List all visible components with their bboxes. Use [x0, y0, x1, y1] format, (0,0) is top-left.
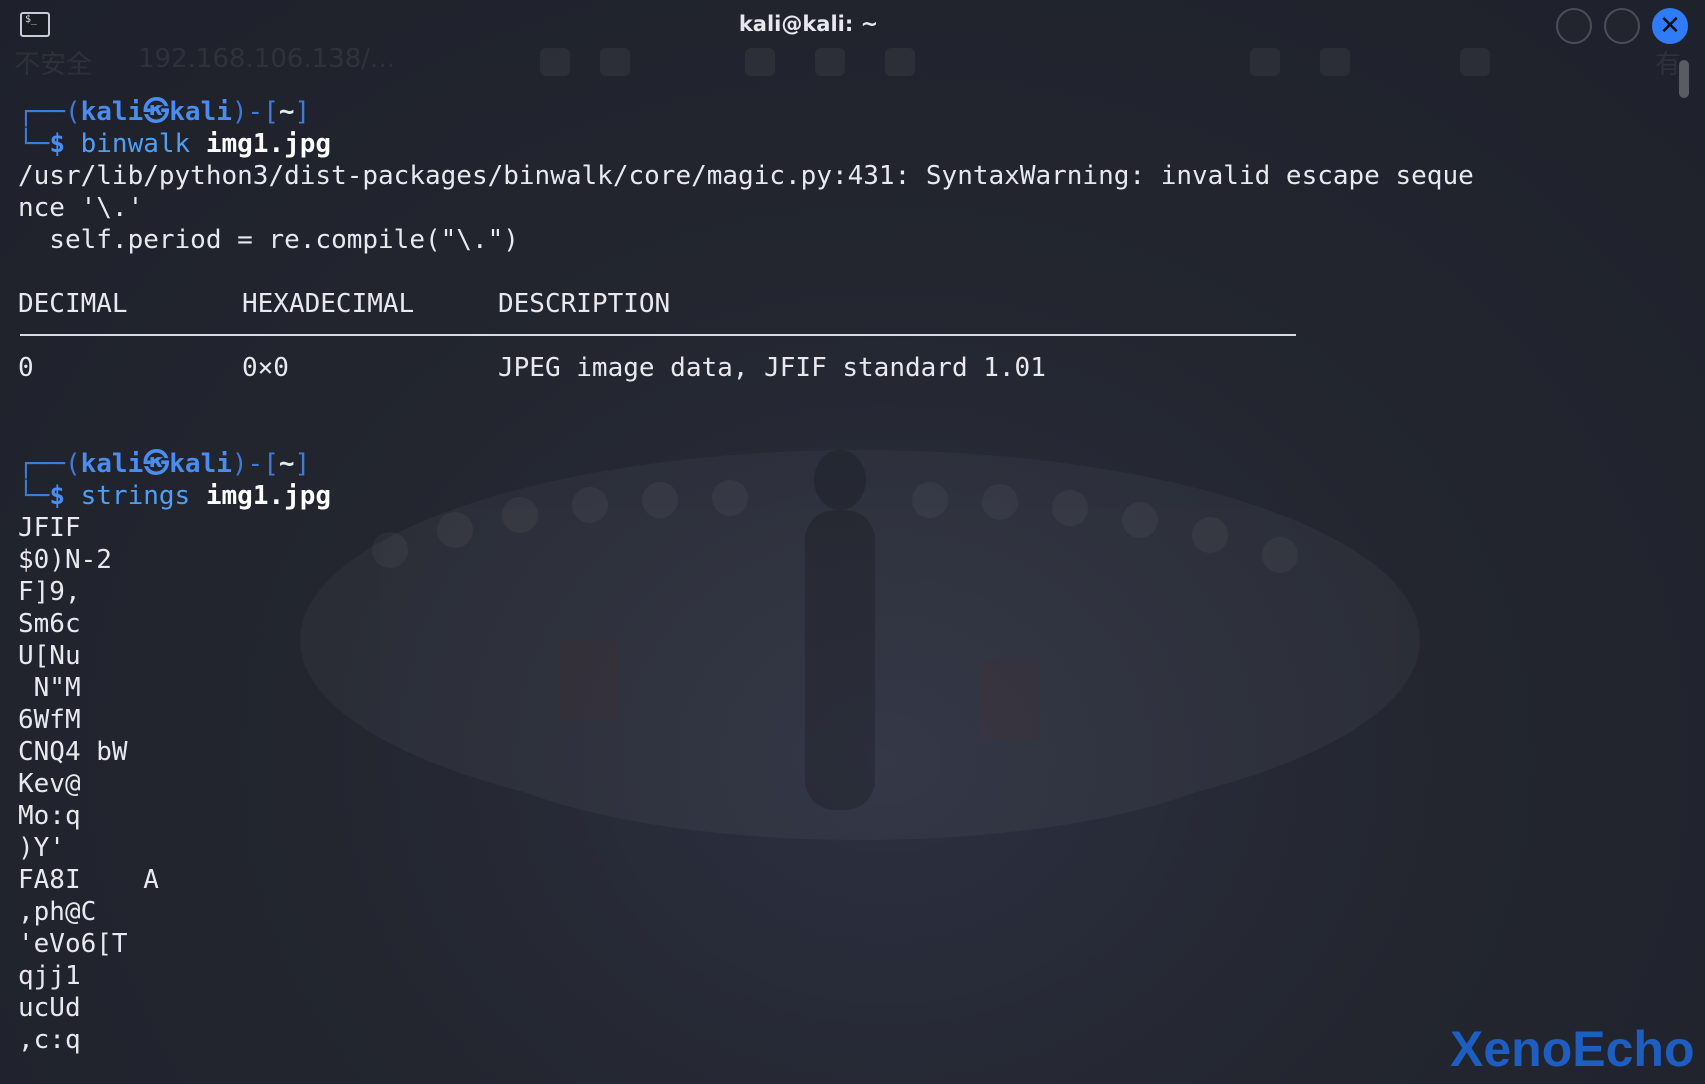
prompt-line-1: ┌──(kali㉿kali)-[~] — [18, 97, 311, 127]
command: strings — [80, 481, 191, 511]
close-button[interactable]: ✕ — [1652, 8, 1688, 44]
ghost-extension-icon — [600, 48, 630, 76]
prompt-user: kali — [80, 97, 144, 127]
output-line: ,c:q — [18, 1025, 81, 1055]
ghost-extension-icon — [815, 48, 845, 76]
minimize-button[interactable] — [1556, 8, 1592, 44]
output-line: Kev@ — [18, 769, 81, 799]
prompt-cwd: ~ — [278, 97, 295, 127]
at-symbol-icon: ㉿ — [143, 449, 170, 479]
output-line: JFIF — [18, 513, 81, 543]
output-line: $0)N-2 — [18, 545, 112, 575]
output-line: 6WfM — [18, 705, 81, 735]
prompt-cwd: ~ — [278, 449, 295, 479]
ghost-extension-icon — [540, 48, 570, 76]
output-line: F]9, — [18, 577, 81, 607]
ghost-extension-icon — [1320, 48, 1350, 76]
warning-line: nce '\.' — [18, 193, 144, 223]
command-argument: img1.jpg — [205, 129, 332, 159]
warning-line: /usr/lib/python3/dist-packages/binwalk/c… — [18, 161, 1474, 191]
command-line-1: └─$ binwalk img1.jpg — [18, 129, 332, 159]
output-line: ,ph@C — [18, 897, 97, 927]
table-header-description: DESCRIPTION — [498, 289, 671, 319]
terminal-window: 不安全 192.168.106.138/... 有 $_ kali@kali: … — [0, 0, 1705, 1084]
output-line: ucUd — [18, 993, 81, 1023]
output-line: U[Nu — [18, 641, 81, 671]
output-line: N"M — [18, 673, 81, 703]
output-line: )Y' — [18, 833, 65, 863]
warning-line: self.period = re.compile("\.") — [18, 225, 519, 255]
command: binwalk — [80, 129, 191, 159]
command-line-2: └─$ strings img1.jpg — [18, 481, 332, 511]
maximize-button[interactable] — [1604, 8, 1640, 44]
output-line: CNQ4 bW — [18, 737, 128, 767]
ghost-extension-icon — [1250, 48, 1280, 76]
table-row: 0 0×0 JPEG image data, JFIF standard 1.01 — [18, 353, 1046, 383]
watermark: XenoEcho — [1450, 1021, 1695, 1077]
title-bar[interactable]: $_ kali@kali: ~ ✕ — [0, 0, 1705, 52]
ghost-extension-icon — [1460, 48, 1490, 76]
close-icon: ✕ — [1659, 11, 1681, 41]
scrollbar-thumb[interactable] — [1679, 60, 1689, 98]
prompt-host: kali — [169, 97, 232, 127]
prompt-line-2: ┌──(kali㉿kali)-[~] — [18, 449, 311, 479]
output-line: FA8I A — [18, 865, 159, 895]
prompt-host: kali — [169, 449, 232, 479]
table-header: DECIMAL HEXADECIMAL DESCRIPTION — [18, 288, 1474, 320]
at-symbol-icon: ㉿ — [143, 97, 170, 127]
output-line: qjj1 — [18, 961, 81, 991]
prompt-user: kali — [80, 449, 144, 479]
table-header-decimal: DECIMAL — [18, 289, 128, 319]
output-line: Sm6c — [18, 609, 81, 639]
table-header-hexadecimal: HEXADECIMAL — [242, 289, 415, 319]
ghost-extension-icon — [885, 48, 915, 76]
terminal-output[interactable]: ┌──(kali㉿kali)-[~] └─$ binwalk img1.jpg … — [18, 96, 1474, 1056]
command-argument: img1.jpg — [205, 481, 332, 511]
output-line: Mo:q — [18, 801, 81, 831]
window-title: kali@kali: ~ — [738, 12, 879, 36]
ghost-extension-icon — [745, 48, 775, 76]
table-divider — [18, 320, 1474, 352]
output-line: 'eVo6[T — [18, 929, 128, 959]
